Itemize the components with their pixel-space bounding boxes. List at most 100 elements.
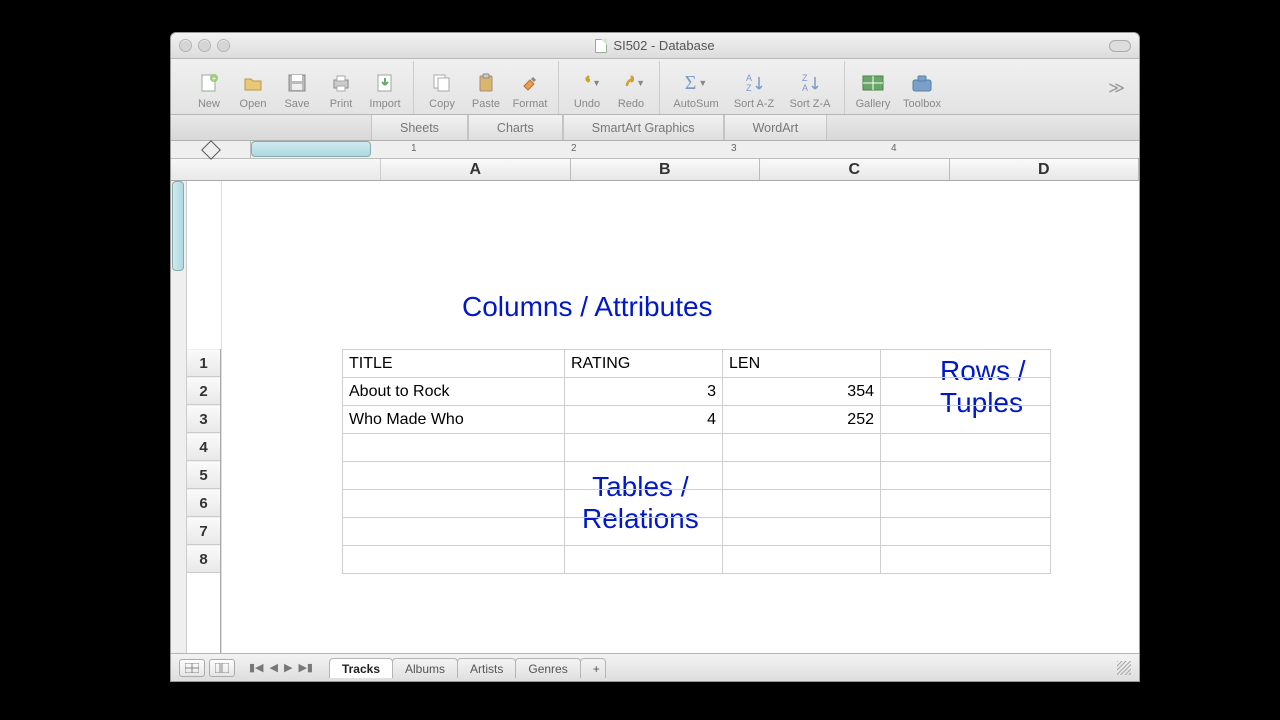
sort-az-button[interactable]: AZ Sort A-Z [726,70,782,114]
sheet-tab-tracks[interactable]: Tracks [329,658,393,678]
sort-za-icon: ZA [796,70,824,96]
tab-smartart[interactable]: SmartArt Graphics [563,115,724,140]
view-layout-button[interactable] [209,659,235,677]
toolbar-overflow-button[interactable]: ≫ [1104,78,1129,98]
column-header-a[interactable]: A [381,159,571,180]
nav-next-button[interactable]: ▶ [282,661,294,674]
autosum-button[interactable]: Σ▼ AutoSum [666,70,726,114]
cell-empty[interactable] [881,406,1051,434]
new-button[interactable]: + New [187,70,231,114]
horizontal-ruler[interactable]: 1 2 3 4 [251,141,1139,158]
format-icon [516,70,544,96]
table-row [343,546,1051,574]
row-header-5[interactable]: 5 [187,461,220,489]
sheet-tab-albums[interactable]: Albums [392,658,458,678]
statusbar: ▮◀ ◀ ▶ ▶▮ Tracks Albums Artists Genres + [171,653,1139,681]
titlebar: SI502 - Database [171,33,1139,59]
row-headers: 1 2 3 4 5 6 7 8 [187,349,221,653]
nav-first-button[interactable]: ▮◀ [247,661,266,674]
main-toolbar: + New Open Save Print Import [171,59,1139,115]
undo-button[interactable]: ▼ Undo [565,70,609,114]
column-header-d[interactable]: D [950,159,1140,180]
ruler-ticks: 1 2 3 4 [251,141,1139,158]
cell-len[interactable]: 354 [723,378,881,406]
column-header-c[interactable]: C [760,159,950,180]
tab-charts[interactable]: Charts [468,115,563,140]
open-button[interactable]: Open [231,70,275,114]
view-tabs: Sheets Charts SmartArt Graphics WordArt [171,115,1139,141]
table-row: About to Rock 3 354 [343,378,1051,406]
cell-rating[interactable]: 4 [565,406,723,434]
colhdr-spacer [171,159,381,180]
sort-za-button[interactable]: ZA Sort Z-A [782,70,838,114]
sheet-tab-artists[interactable]: Artists [457,658,516,678]
add-sheet-button[interactable]: + [580,658,606,678]
redo-icon: ▼ [617,70,645,96]
print-icon [327,70,355,96]
nav-prev-button[interactable]: ◀ [268,661,280,674]
paste-button[interactable]: Paste [464,70,508,114]
nav-last-button[interactable]: ▶▮ [296,661,315,674]
copy-icon [428,70,456,96]
header-rating[interactable]: RATING [565,350,723,378]
save-button[interactable]: Save [275,70,319,114]
row-header-8[interactable]: 8 [187,545,220,573]
table-header-row: TITLE RATING LEN [343,350,1051,378]
view-normal-button[interactable] [179,659,205,677]
sheet-nav-buttons: ▮◀ ◀ ▶ ▶▮ [247,661,315,674]
cell-len[interactable]: 252 [723,406,881,434]
toolbox-icon [908,70,936,96]
tab-wordart[interactable]: WordArt [724,115,828,140]
table-row: Who Made Who 4 252 [343,406,1051,434]
tab-sheets[interactable]: Sheets [371,115,468,140]
gallery-button[interactable]: Gallery [851,70,895,114]
row-header-6[interactable]: 6 [187,489,220,517]
sheet-tab-genres[interactable]: Genres [515,658,580,678]
column-headers: A B C D [171,159,1139,181]
header-title[interactable]: TITLE [343,350,565,378]
svg-text:A: A [746,73,752,83]
paste-icon [472,70,500,96]
annotation-columns: Columns / Attributes [462,291,713,323]
window-title: SI502 - Database [613,38,714,53]
column-header-b[interactable]: B [571,159,761,180]
ruler-origin[interactable] [171,141,251,158]
sheet-canvas[interactable]: Columns / Attributes Rows / Tuples Table… [221,181,1139,653]
undo-icon: ▼ [573,70,601,96]
cell-title[interactable]: Who Made Who [343,406,565,434]
new-icon: + [195,70,223,96]
view-mode-buttons [179,659,235,677]
diamond-icon [201,140,221,160]
table-row [343,434,1051,462]
vruler-thumb[interactable] [172,181,184,271]
cell-empty[interactable] [881,378,1051,406]
app-window: SI502 - Database + New Open Save Print [170,32,1140,682]
header-empty[interactable] [881,350,1051,378]
row-header-7[interactable]: 7 [187,517,220,545]
sheet-tabs: Tracks Albums Artists Genres + [329,658,605,678]
redo-button[interactable]: ▼ Redo [609,70,653,114]
header-len[interactable]: LEN [723,350,881,378]
cell-title[interactable]: About to Rock [343,378,565,406]
resize-grip[interactable] [1117,661,1131,675]
svg-text:+: + [212,74,217,83]
vertical-ruler[interactable] [171,181,187,653]
data-table: TITLE RATING LEN About to Rock 3 354 Who… [342,349,1051,574]
svg-text:Z: Z [802,73,808,83]
row-header-4[interactable]: 4 [187,433,220,461]
print-button[interactable]: Print [319,70,363,114]
row-header-1[interactable]: 1 [187,349,220,377]
gallery-icon [859,70,887,96]
open-icon [239,70,267,96]
format-button[interactable]: Format [508,70,552,114]
import-button[interactable]: Import [363,70,407,114]
svg-text:A: A [802,83,808,93]
row-header-3[interactable]: 3 [187,405,220,433]
toolbox-button[interactable]: Toolbox [895,70,949,114]
ruler-row: 1 2 3 4 [171,141,1139,159]
copy-button[interactable]: Copy [420,70,464,114]
svg-text:Z: Z [746,83,752,93]
row-header-2[interactable]: 2 [187,377,220,405]
table-row [343,490,1051,518]
cell-rating[interactable]: 3 [565,378,723,406]
